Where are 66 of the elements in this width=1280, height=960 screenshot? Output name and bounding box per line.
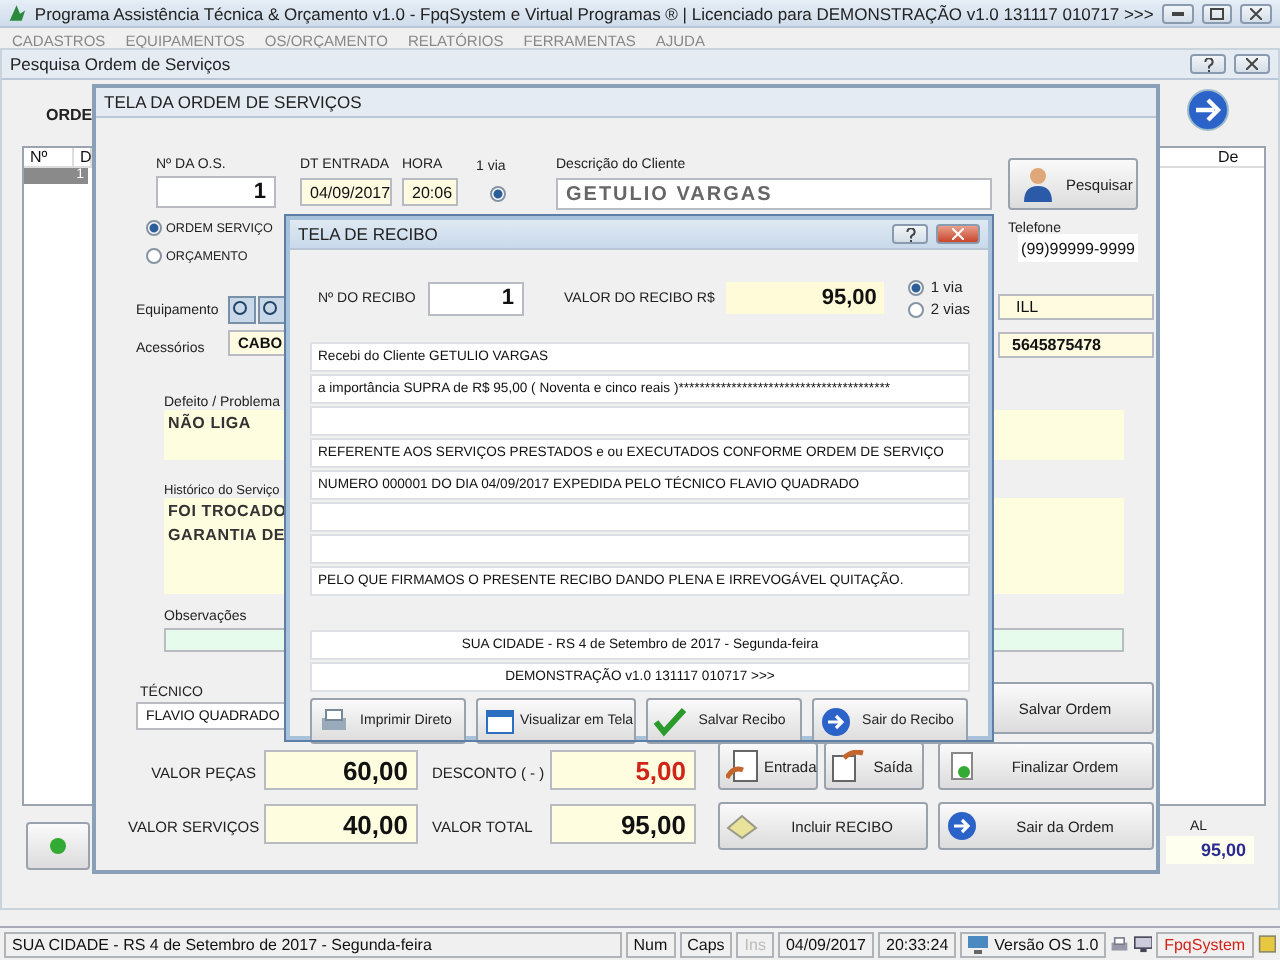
status-brand: FpqSystem [1156, 931, 1254, 957]
text-line: FOI TROCADO [168, 502, 287, 520]
close-button[interactable] [936, 224, 980, 244]
os-number-field[interactable]: 1 [156, 176, 276, 208]
search-icon[interactable] [228, 296, 256, 324]
window-title: Pesquisa Ordem de Serviços [10, 54, 233, 74]
radio-button[interactable] [908, 279, 925, 295]
status-time: 20:33:24 [878, 931, 957, 957]
phone-field[interactable]: (99)99999-9999 [1018, 234, 1138, 262]
document-icon [726, 750, 758, 782]
serial-field[interactable]: 5645875478 [998, 332, 1154, 358]
column-header[interactable]: De [1212, 148, 1244, 166]
radio-button[interactable] [146, 220, 162, 236]
status-key: Caps [679, 931, 733, 957]
status-date: 04/09/2017 [777, 931, 875, 957]
help-button[interactable] [1190, 54, 1226, 74]
maximize-icon [1209, 7, 1224, 19]
help-icon [905, 227, 915, 241]
receipt-number-field[interactable]: 1 [427, 281, 525, 315]
radio-button[interactable] [146, 248, 162, 264]
maximize-button[interactable] [1201, 3, 1233, 23]
radio-button[interactable] [490, 186, 506, 202]
minimize-icon [1171, 11, 1184, 15]
refresh-button[interactable] [26, 822, 90, 870]
column-header[interactable]: Nº [24, 148, 74, 166]
computer-icon [968, 935, 989, 953]
date-field[interactable]: 04/09/2017 [300, 178, 392, 206]
minimize-button[interactable] [1161, 3, 1194, 23]
time-field[interactable]: 20:06 [402, 178, 458, 206]
help-icon [1203, 57, 1213, 71]
window-title: TELA DA ORDEM DE SERVIÇOS [104, 92, 364, 112]
equipment-field[interactable]: ILL [998, 294, 1154, 320]
monitor-icon [1133, 933, 1153, 955]
close-button[interactable] [1234, 54, 1270, 74]
arrow-circle-icon [946, 810, 978, 842]
arrow-circle-icon[interactable] [1186, 88, 1230, 132]
close-icon [952, 228, 964, 240]
document-check-icon [946, 750, 978, 782]
arrow-circle-icon [820, 705, 852, 737]
help-button[interactable] [892, 224, 928, 244]
close-icon [1246, 58, 1258, 70]
search-icon[interactable] [258, 296, 286, 324]
dialog-title: TELA DE RECIBO [298, 224, 440, 244]
total-field: 95,00 [1166, 836, 1254, 864]
close-icon [1250, 7, 1263, 19]
text-line: GARANTIA DE [168, 526, 286, 544]
client-field[interactable]: GETULIO VARGAS [556, 178, 992, 210]
amount-field[interactable]: 60,00 [264, 750, 418, 790]
radio-button[interactable] [908, 301, 925, 317]
printer-icon [1110, 933, 1130, 955]
text-line: NÃO LIGA [168, 414, 252, 432]
amount-field[interactable]: 95,00 [550, 804, 696, 844]
document-icon [832, 750, 864, 782]
amount-field[interactable]: 40,00 [264, 804, 418, 844]
section-label: ORDE [46, 106, 93, 124]
person-icon [1022, 166, 1054, 202]
app-logo-icon [8, 2, 27, 24]
version-text: Versão OS 1.0 [994, 935, 1099, 953]
window-title: Programa Assistência Técnica & Orçamento v1.0 - FpqSystem e Virtual Programas ® | Licenciado para DEMONSTRAÇÃO v1.0 131117 010717 >>> [34, 3, 1154, 23]
window-icon [484, 705, 516, 737]
status-location: SUA CIDADE - RS 4 de Setembro de 2017 - Segunda-feira [4, 931, 622, 957]
amount-field[interactable]: 5,00 [550, 750, 696, 790]
close-button[interactable] [1240, 3, 1273, 23]
checkmark-icon [654, 705, 686, 737]
status-key: Num [625, 931, 676, 957]
receipt-value-field[interactable]: 95,00 [726, 282, 885, 314]
